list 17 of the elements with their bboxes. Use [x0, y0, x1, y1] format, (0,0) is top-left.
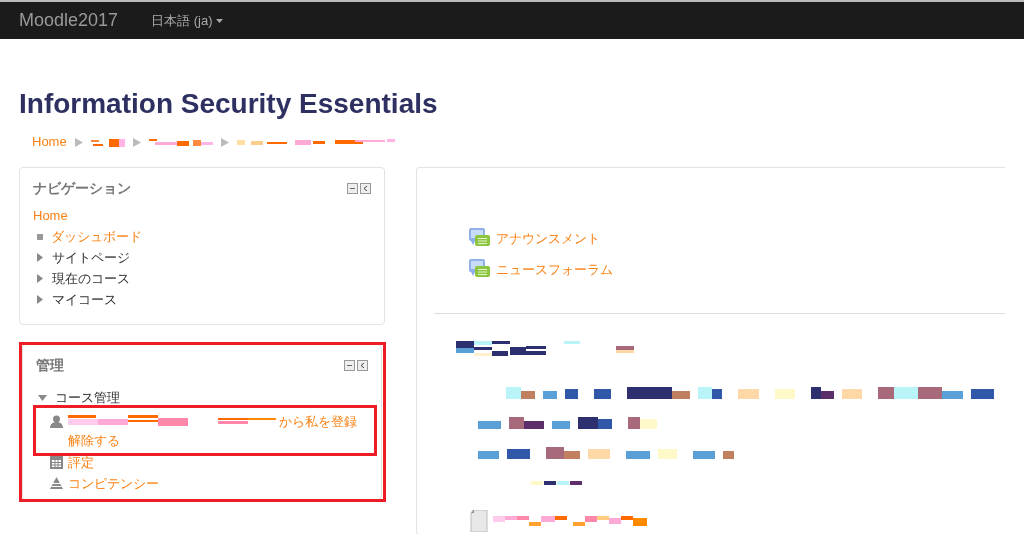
block-title: 管理 [36, 355, 64, 375]
grades-link[interactable]: 評定 [68, 452, 94, 473]
nav-link[interactable]: Home [33, 205, 68, 226]
nav-link[interactable]: ダッシュボード [51, 226, 142, 247]
site-brand[interactable]: Moodle2017 [19, 7, 119, 34]
admin-branch[interactable]: コース管理 [55, 387, 120, 408]
forum-link[interactable]: ニュースフォーラム [496, 260, 613, 280]
nav-branch[interactable]: サイトページ [51, 247, 130, 268]
forum-link[interactable]: アナウンスメント [496, 229, 600, 249]
language-menu[interactable]: 日本語 (ja) [151, 10, 224, 31]
page-title: Information Security Essentials [19, 87, 439, 121]
nav-branch[interactable]: マイコース [51, 289, 117, 310]
unenrol-link[interactable]: から私を登録解除する [68, 412, 358, 450]
block-title: ナビゲーション [33, 178, 131, 198]
breadcrumb-link[interactable]: Home [32, 132, 67, 152]
nav-branch[interactable]: 現在のコース [51, 268, 130, 289]
competencies-link[interactable]: コンピテンシー [68, 473, 159, 494]
